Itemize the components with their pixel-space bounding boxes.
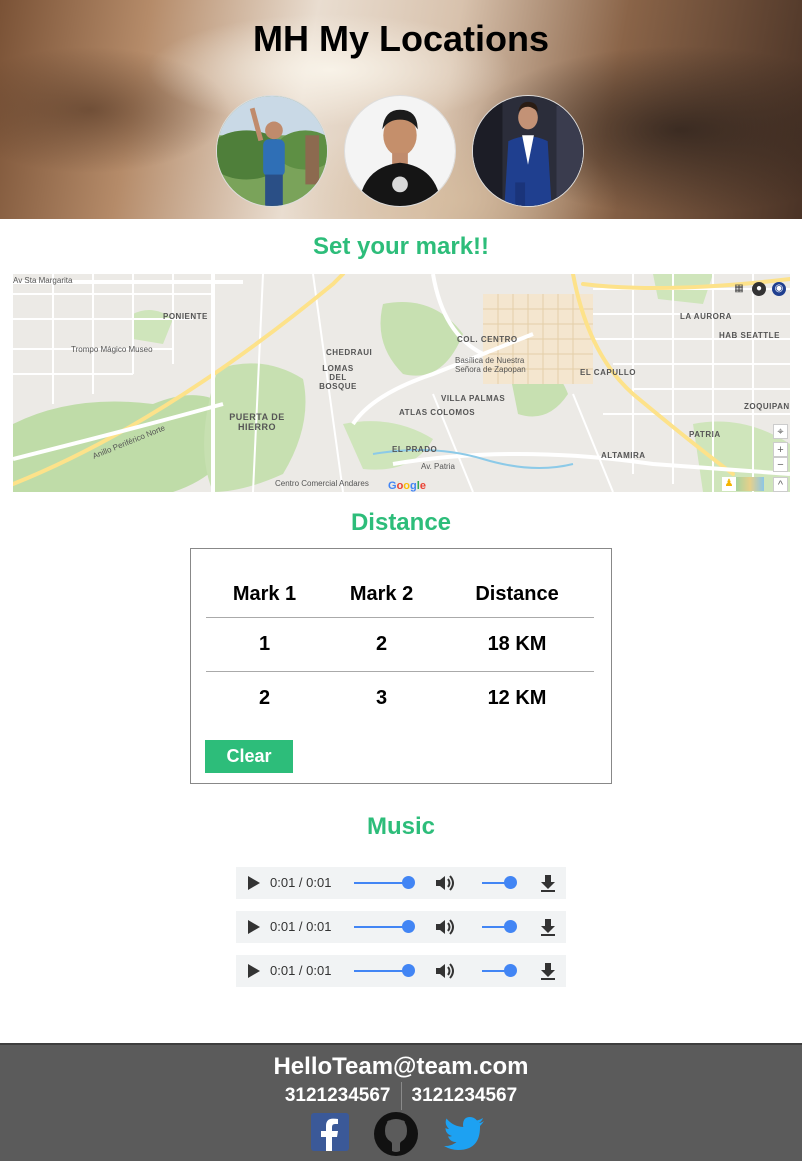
contact-email[interactable]: HelloTeam@team.com [0,1053,802,1081]
volume-slider-handle[interactable] [504,964,517,977]
distance-card: Mark 1 Mark 2 Distance 1 2 18 KM 2 3 12 … [190,548,612,784]
map-label: PONIENTE [163,312,208,321]
volume-icon[interactable] [434,962,456,980]
audio-player[interactable]: 0:01 / 0:01 [236,867,566,899]
table-cell: 12 KM [487,687,547,709]
map-label: ALTAMIRA [601,451,646,460]
map-label: HAB SEATTLE [719,331,780,340]
map-label: LOMAS DEL BOSQUE [319,364,357,391]
map-label: Centro Comercial Andares [275,479,369,488]
column-header: Distance [440,571,594,618]
team-avatars [216,95,586,209]
play-icon[interactable] [248,964,260,978]
google-logo: Google [388,480,426,492]
time-display: 0:01 / 0:01 [270,919,332,934]
contact-phones: 3121234567 3121234567 [0,1082,802,1110]
table-cell: 2 [323,617,441,672]
map[interactable]: PONIENTE Trompo Mágico Museo CHEDRAUI LO… [13,274,790,492]
music-section-title: Music [366,813,435,840]
facebook-icon[interactable] [311,1113,349,1151]
table-cell: 18 KM [440,617,594,672]
clear-button[interactable]: Clear [205,740,293,773]
page-title: MH My Locations [252,18,549,59]
imagery-thumbnails[interactable] [736,477,764,491]
table-cell: 2 [258,687,271,709]
map-label: ZOQUIPAN [744,402,790,411]
play-icon[interactable] [248,920,260,934]
header-banner: MH My Locations [0,0,802,219]
volume-slider-handle[interactable] [504,920,517,933]
seek-slider[interactable] [354,970,408,972]
table-cell: 3 [375,687,388,709]
seek-slider-handle[interactable] [402,876,415,889]
map-label: PUERTA DE HIERRO [229,412,285,432]
apps-grid-icon[interactable]: ▦ [732,282,746,296]
distance-section-title: Distance [350,509,452,536]
map-label: COL. CENTRO [457,335,518,344]
download-icon[interactable] [538,917,558,937]
account-avatar-icon[interactable]: ◉ [772,282,786,296]
map-label: Av. Patria [421,462,455,471]
volume-icon[interactable] [434,874,456,892]
time-display: 0:01 / 0:01 [270,963,332,978]
volume-slider-handle[interactable] [504,876,517,889]
table-row: 1 2 18 KM [206,617,594,672]
avatar [344,95,456,207]
avatar [216,95,328,207]
volume-icon[interactable] [434,918,456,936]
column-header: Mark 2 [323,571,441,618]
my-location-icon[interactable]: ⌖ [773,424,788,439]
zoom-in-button[interactable]: + [773,442,788,457]
github-icon[interactable] [373,1111,419,1157]
map-label: VILLA PALMAS [441,394,506,403]
pegman-icon[interactable]: ♟ [722,477,736,491]
notifications-icon[interactable]: ● [752,282,766,296]
map-label: LA AURORA [680,312,732,321]
twitter-icon[interactable] [444,1117,484,1153]
play-icon[interactable] [248,876,260,890]
map-label: Trompo Mágico Museo [71,345,153,354]
map-label: CHEDRAUI [326,348,373,357]
zoom-out-button[interactable]: − [773,457,788,472]
map-label: EL CAPULLO [580,368,636,377]
map-section-title: Set your mark!! [312,233,490,260]
audio-player[interactable]: 0:01 / 0:01 [236,955,566,987]
phone-number[interactable]: 3121234567 [275,1085,401,1107]
seek-slider-handle[interactable] [402,964,415,977]
seek-slider[interactable] [354,926,408,928]
map-label: EL PRADO [392,445,438,454]
footer: HelloTeam@team.com 3121234567 3121234567 [0,1043,802,1161]
audio-player[interactable]: 0:01 / 0:01 [236,911,566,943]
distance-table: Mark 1 Mark 2 Distance 1 2 18 KM 2 3 12 … [206,571,594,725]
table-cell: 1 [206,617,324,672]
seek-slider[interactable] [354,882,408,884]
map-roads [13,274,790,492]
map-label: PATRIA [689,430,721,439]
download-icon[interactable] [538,961,558,981]
table-header-row: Mark 1 Mark 2 Distance [206,571,594,618]
table-row: 2 3 12 KM [206,672,594,726]
phone-number[interactable]: 3121234567 [402,1085,528,1107]
map-label: Av Sta Margarita [13,276,73,285]
map-label: Basílica de Nuestra Señora de Zapopan [455,356,526,374]
column-header: Mark 1 [206,571,324,618]
map-top-controls: ▦ ● ◉ [732,282,786,296]
map-label: ATLAS COLOMOS [399,408,476,417]
expand-icon[interactable]: ^ [773,477,788,492]
time-display: 0:01 / 0:01 [270,875,332,890]
avatar [472,95,584,207]
seek-slider-handle[interactable] [402,920,415,933]
download-icon[interactable] [538,873,558,893]
